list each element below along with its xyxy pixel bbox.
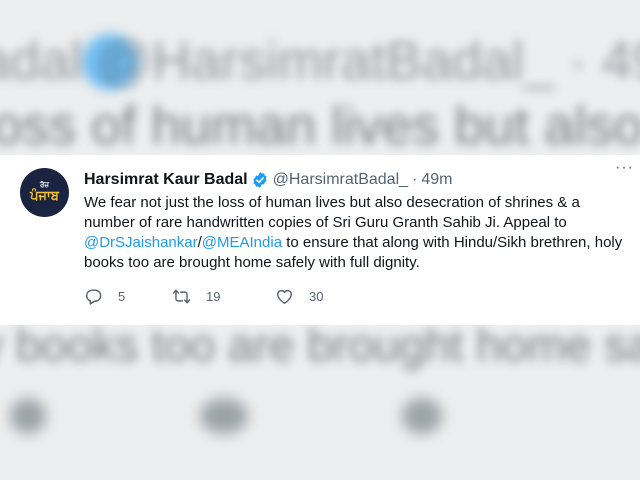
blurred-retweet-icon <box>200 398 248 434</box>
like-count: 30 <box>309 289 324 304</box>
tweet-text-part1: We fear not just the loss of human lives… <box>84 194 580 231</box>
tweet-text: We fear not just the loss of human lives… <box>84 193 624 273</box>
blurred-tweet-text-lower: y books too are brought home safely w <box>0 319 640 371</box>
blurred-reply-icon <box>10 398 46 434</box>
separator-dot: · <box>412 171 418 188</box>
blurred-heart-icon <box>402 398 442 434</box>
more-icon[interactable]: ··· <box>615 159 634 177</box>
heart-icon <box>277 289 292 304</box>
reply-icon <box>85 289 102 305</box>
retweet-count: 19 <box>206 289 221 304</box>
action-bar: 5 19 30 <box>84 287 624 306</box>
reply-button[interactable]: 5 <box>84 287 172 306</box>
tweet-card[interactable]: ਰੋਜ਼ ਪੰਜਾਬ Harsimrat Kaur Badal @Harsimr… <box>0 155 640 325</box>
tweet-body: Harsimrat Kaur Badal @HarsimratBadal_ · … <box>84 169 624 306</box>
blurred-header-text: adal @HarsimratBadal_ · 49m <box>0 31 640 91</box>
tweet-header: Harsimrat Kaur Badal @HarsimratBadal_ · … <box>84 169 624 191</box>
reply-count: 5 <box>118 289 126 304</box>
retweet-button[interactable]: 19 <box>172 287 275 306</box>
avatar[interactable]: ਰੋਜ਼ ਪੰਜਾਬ <box>20 168 69 217</box>
avatar-text-bottom: ਪੰਜਾਬ <box>30 189 59 204</box>
author-name[interactable]: Harsimrat Kaur Badal <box>84 171 248 189</box>
author-handle[interactable]: @HarsimratBadal_ <box>273 171 408 189</box>
blurred-tweet-text: loss of human lives but also de <box>0 96 640 156</box>
mention-link-meaindia[interactable]: @MEAIndia <box>202 234 282 251</box>
timestamp[interactable]: 49m <box>421 171 452 189</box>
mention-link-drsjaishankar[interactable]: @DrSJaishankar <box>84 234 198 251</box>
verified-badge-icon <box>253 172 267 188</box>
retweet-icon <box>172 289 191 304</box>
like-button[interactable]: 30 <box>275 287 323 306</box>
avatar-text-top: ਰੋਜ਼ <box>40 181 49 189</box>
